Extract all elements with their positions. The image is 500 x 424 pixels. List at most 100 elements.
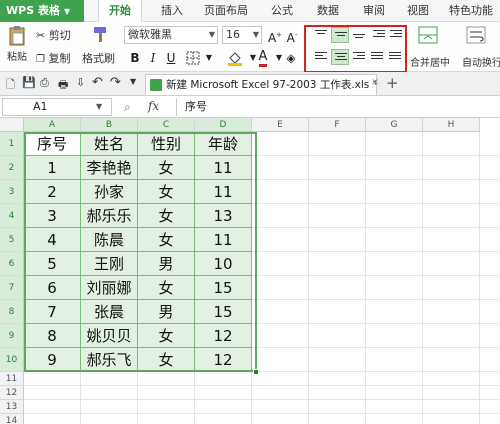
table-cell[interactable]: 女 [138, 180, 195, 204]
function-icon[interactable]: fx [148, 99, 159, 113]
app-menu-button[interactable]: WPS 表格 ▼ [0, 0, 84, 22]
table-cell[interactable]: 女 [138, 228, 195, 252]
font-size-select[interactable]: 16 ▼ [222, 26, 262, 44]
export-icon[interactable]: ⇩ [76, 76, 85, 89]
column-header-e[interactable]: E [252, 118, 309, 132]
table-cell[interactable]: 11 [195, 180, 252, 204]
table-cell[interactable]: 3 [24, 204, 81, 228]
undo-icon[interactable]: ↶ [92, 75, 103, 90]
row-header-4[interactable]: 4 [0, 204, 24, 228]
table-cell[interactable]: 女 [138, 348, 195, 372]
bold-button[interactable]: B [126, 49, 144, 67]
table-cell[interactable]: 李艳艳 [81, 156, 138, 180]
table-cell[interactable]: 6 [24, 276, 81, 300]
table-cell[interactable]: 女 [138, 324, 195, 348]
tab-7[interactable]: 特色功能 [442, 0, 500, 22]
spreadsheet-grid[interactable]: A B C D E F G H 1 2 3 4 5 6 7 8 9 10 11 12 13 14 序号 姓名 性别 年龄 1 李艳艳女… [0, 118, 500, 424]
new-icon[interactable]: 🗋 [6, 76, 15, 95]
cut-button[interactable]: ✂ 剪切 [36, 27, 71, 43]
italic-button[interactable]: I [144, 49, 162, 67]
row-header-14[interactable]: 14 [0, 414, 24, 424]
zoom-icon[interactable]: ⌕ [124, 100, 131, 115]
tab-0[interactable]: 开始 [98, 0, 142, 23]
row-header-6[interactable]: 6 [0, 252, 24, 276]
redo-icon[interactable]: ↷ [110, 75, 121, 90]
table-cell[interactable]: 7 [24, 300, 81, 324]
grow-font-icon[interactable]: A+ [266, 26, 284, 45]
row-header-5[interactable]: 5 [0, 228, 24, 252]
tab-3[interactable]: 公式 [262, 0, 302, 22]
table-cell[interactable]: 张晨 [81, 300, 138, 324]
row-header-13[interactable]: 13 [0, 400, 24, 414]
shrink-font-icon[interactable]: A- [283, 26, 301, 45]
column-header-c[interactable]: C [138, 118, 195, 132]
table-cell[interactable]: 男 [138, 300, 195, 324]
chevron-down-icon[interactable]: ▼ [96, 102, 102, 111]
column-header-a[interactable]: A [24, 118, 81, 132]
copy-button[interactable]: ❐ 复制 [36, 50, 70, 66]
row-header-2[interactable]: 2 [0, 156, 24, 180]
table-cell[interactable]: 陈晨 [81, 228, 138, 252]
table-cell[interactable]: 11 [195, 228, 252, 252]
table-cell[interactable]: 12 [195, 348, 252, 372]
tab-5[interactable]: 审阅 [354, 0, 394, 22]
row-header-12[interactable]: 12 [0, 386, 24, 400]
formula-input[interactable]: 序号 [176, 98, 498, 116]
table-cell[interactable]: 郝乐乐 [81, 204, 138, 228]
print-preview-icon[interactable]: ⎙ [40, 76, 49, 90]
row-header-9[interactable]: 9 [0, 324, 24, 348]
table-header-cell[interactable]: 姓名 [81, 132, 138, 156]
table-cell[interactable]: 10 [195, 252, 252, 276]
tab-2[interactable]: 页面布局 [196, 0, 256, 22]
table-cell[interactable]: 8 [24, 324, 81, 348]
row-header-1[interactable]: 1 [0, 132, 24, 156]
table-header-cell[interactable]: 年龄 [195, 132, 252, 156]
save-icon[interactable]: 💾 [22, 76, 36, 89]
tab-6[interactable]: 视图 [398, 0, 438, 22]
column-header-f[interactable]: F [309, 118, 366, 132]
table-cell[interactable]: 郝乐飞 [81, 348, 138, 372]
wrap-text-button[interactable] [466, 26, 486, 47]
format-painter-button[interactable] [86, 25, 116, 46]
table-cell[interactable]: 15 [195, 276, 252, 300]
table-cell[interactable]: 12 [195, 324, 252, 348]
row-header-8[interactable]: 8 [0, 300, 24, 324]
table-header-cell[interactable]: 性别 [138, 132, 195, 156]
table-cell[interactable]: 1 [24, 156, 81, 180]
table-cell[interactable]: 刘丽娜 [81, 276, 138, 300]
fill-handle[interactable] [253, 369, 259, 375]
table-cell[interactable]: 4 [24, 228, 81, 252]
tab-1[interactable]: 插入 [152, 0, 192, 22]
column-header-g[interactable]: G [366, 118, 423, 132]
merge-center-button[interactable] [418, 26, 438, 47]
new-tab-icon[interactable]: + [386, 74, 399, 92]
table-cell[interactable]: 女 [138, 276, 195, 300]
font-name-select[interactable]: 微软雅黑 ▼ [124, 26, 218, 44]
column-header-d[interactable]: D [195, 118, 252, 132]
table-cell[interactable]: 女 [138, 156, 195, 180]
table-cell[interactable]: 姚贝贝 [81, 324, 138, 348]
column-header-h[interactable]: H [423, 118, 480, 132]
table-cell[interactable]: 5 [24, 252, 81, 276]
underline-button[interactable]: U [162, 49, 180, 67]
table-cell[interactable]: 王刚 [81, 252, 138, 276]
table-cell[interactable]: 13 [195, 204, 252, 228]
column-header-b[interactable]: B [81, 118, 138, 132]
table-cell[interactable]: 15 [195, 300, 252, 324]
chevron-down-icon[interactable]: ▼ [200, 49, 218, 67]
row-header-3[interactable]: 3 [0, 180, 24, 204]
print-icon[interactable]: 🖶 [58, 76, 68, 95]
table-cell[interactable]: 女 [138, 204, 195, 228]
paste-button[interactable]: 粘贴 [4, 25, 30, 63]
tab-4[interactable]: 数据 [306, 0, 350, 22]
table-cell[interactable]: 2 [24, 180, 81, 204]
fill-color-button[interactable] [226, 49, 244, 67]
table-cell[interactable]: 男 [138, 252, 195, 276]
chevron-down-icon[interactable]: ▼ [130, 77, 136, 86]
table-header-cell[interactable]: 序号 [24, 132, 81, 156]
row-header-11[interactable]: 11 [0, 372, 24, 386]
table-cell[interactable]: 11 [195, 156, 252, 180]
table-cell[interactable]: 9 [24, 348, 81, 372]
table-cell[interactable]: 孙家 [81, 180, 138, 204]
row-header-10[interactable]: 10 [0, 348, 24, 372]
